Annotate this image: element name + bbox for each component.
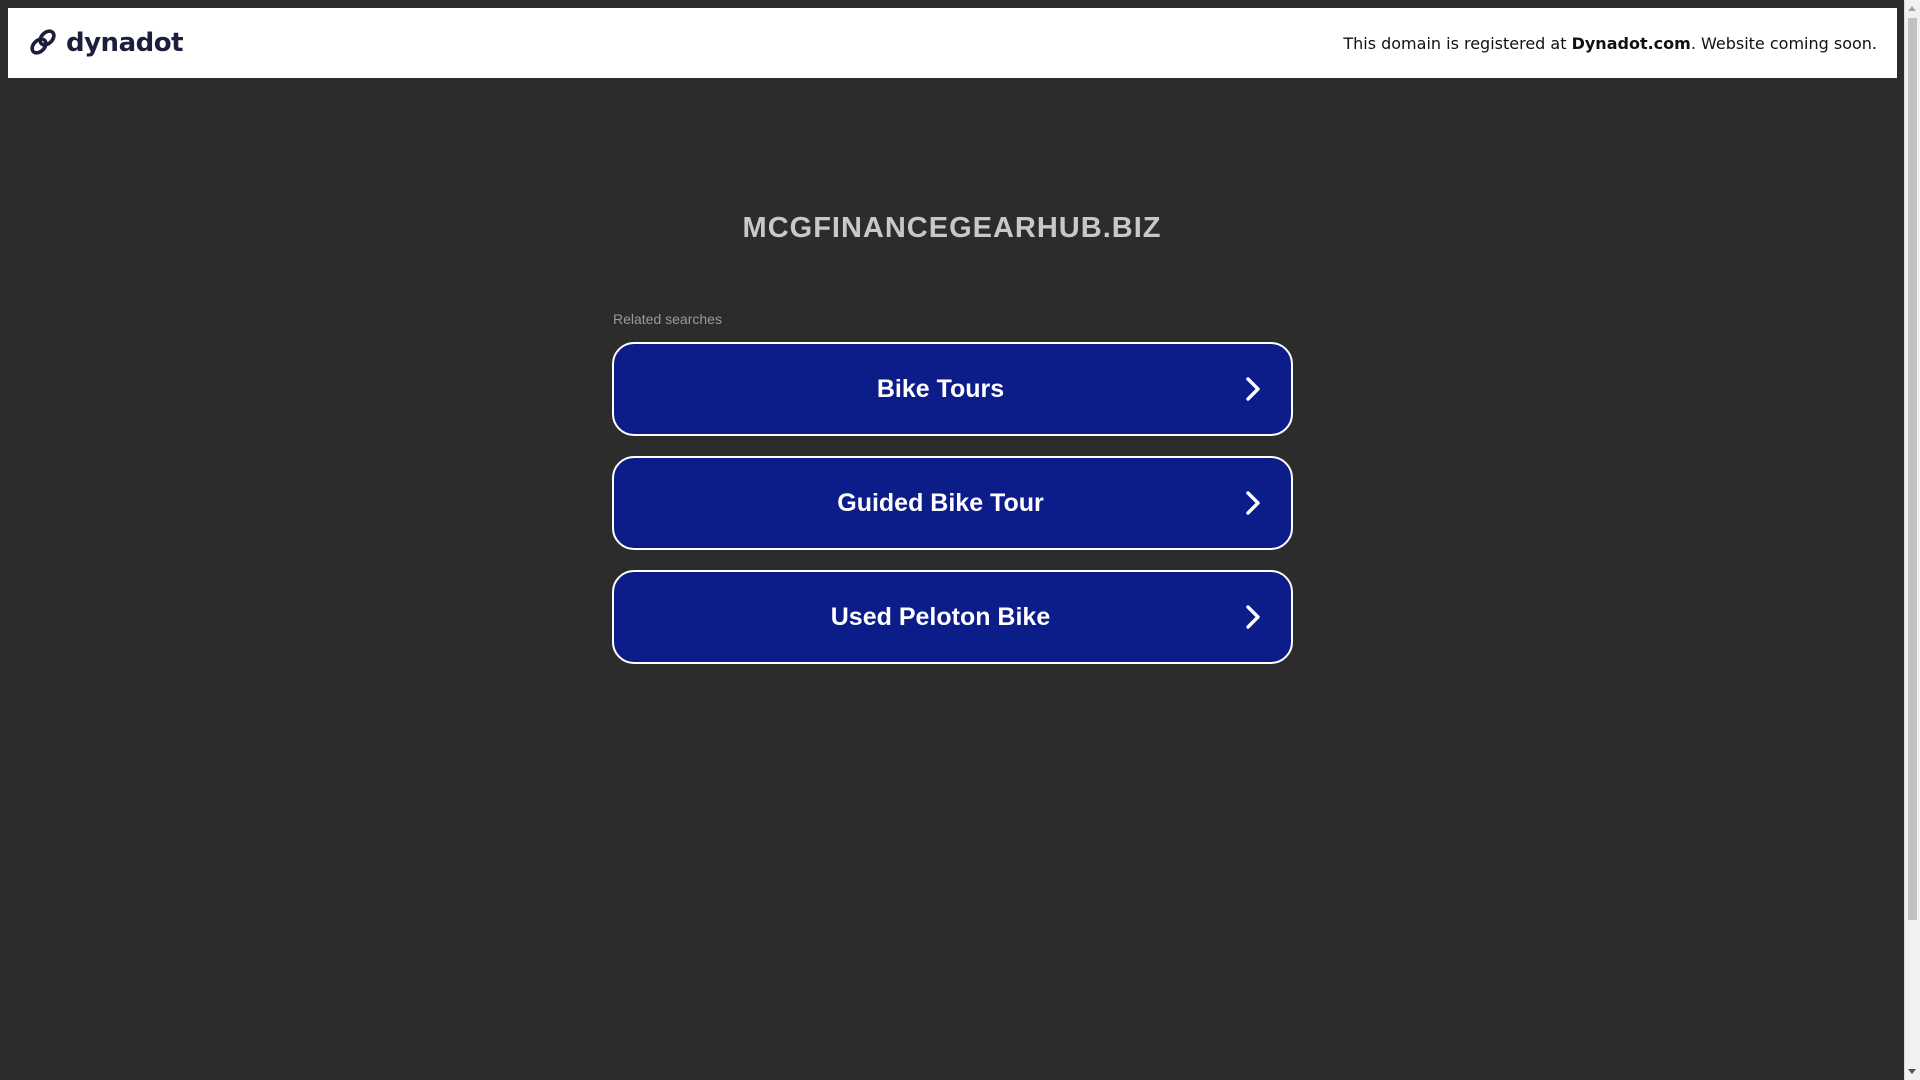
search-result-label: Used Peloton Bike	[830, 602, 1051, 631]
search-result-label: Bike Tours	[876, 374, 1005, 403]
notice-suffix: . Website coming soon.	[1690, 33, 1877, 53]
header-bar: dynadot This domain is registered at Dyn…	[8, 8, 1897, 78]
chevron-right-icon	[1246, 377, 1260, 401]
search-result-button[interactable]: Guided Bike Tour	[612, 456, 1293, 550]
scrollbar-thumb[interactable]	[1908, 18, 1917, 920]
search-result-button[interactable]: Bike Tours	[612, 342, 1293, 436]
search-result-button[interactable]: Used Peloton Bike	[612, 570, 1293, 664]
dynadot-link-icon	[30, 29, 56, 55]
chevron-right-icon	[1246, 491, 1260, 515]
logo-text: dynadot	[66, 28, 184, 58]
scroll-down-icon[interactable]	[1908, 1069, 1916, 1074]
vertical-scrollbar[interactable]	[1904, 0, 1920, 1080]
top-strip	[0, 0, 1904, 8]
related-searches-label: Related searches	[613, 311, 722, 327]
search-result-label: Guided Bike Tour	[837, 488, 1044, 517]
registration-notice: This domain is registered at Dynadot.com…	[1343, 34, 1877, 53]
notice-brand: Dynadot.com	[1571, 33, 1691, 53]
domain-title: MCGFINANCEGEARHUB.BIZ	[742, 212, 1162, 244]
dynadot-logo[interactable]: dynadot	[26, 26, 184, 60]
scroll-up-icon[interactable]	[1908, 6, 1916, 11]
notice-prefix: This domain is registered at	[1343, 33, 1572, 53]
chevron-right-icon	[1246, 605, 1260, 629]
related-searches-list: Bike Tours Guided Bike Tour Used Peloton…	[612, 342, 1293, 684]
page: dynadot This domain is registered at Dyn…	[0, 0, 1920, 1080]
